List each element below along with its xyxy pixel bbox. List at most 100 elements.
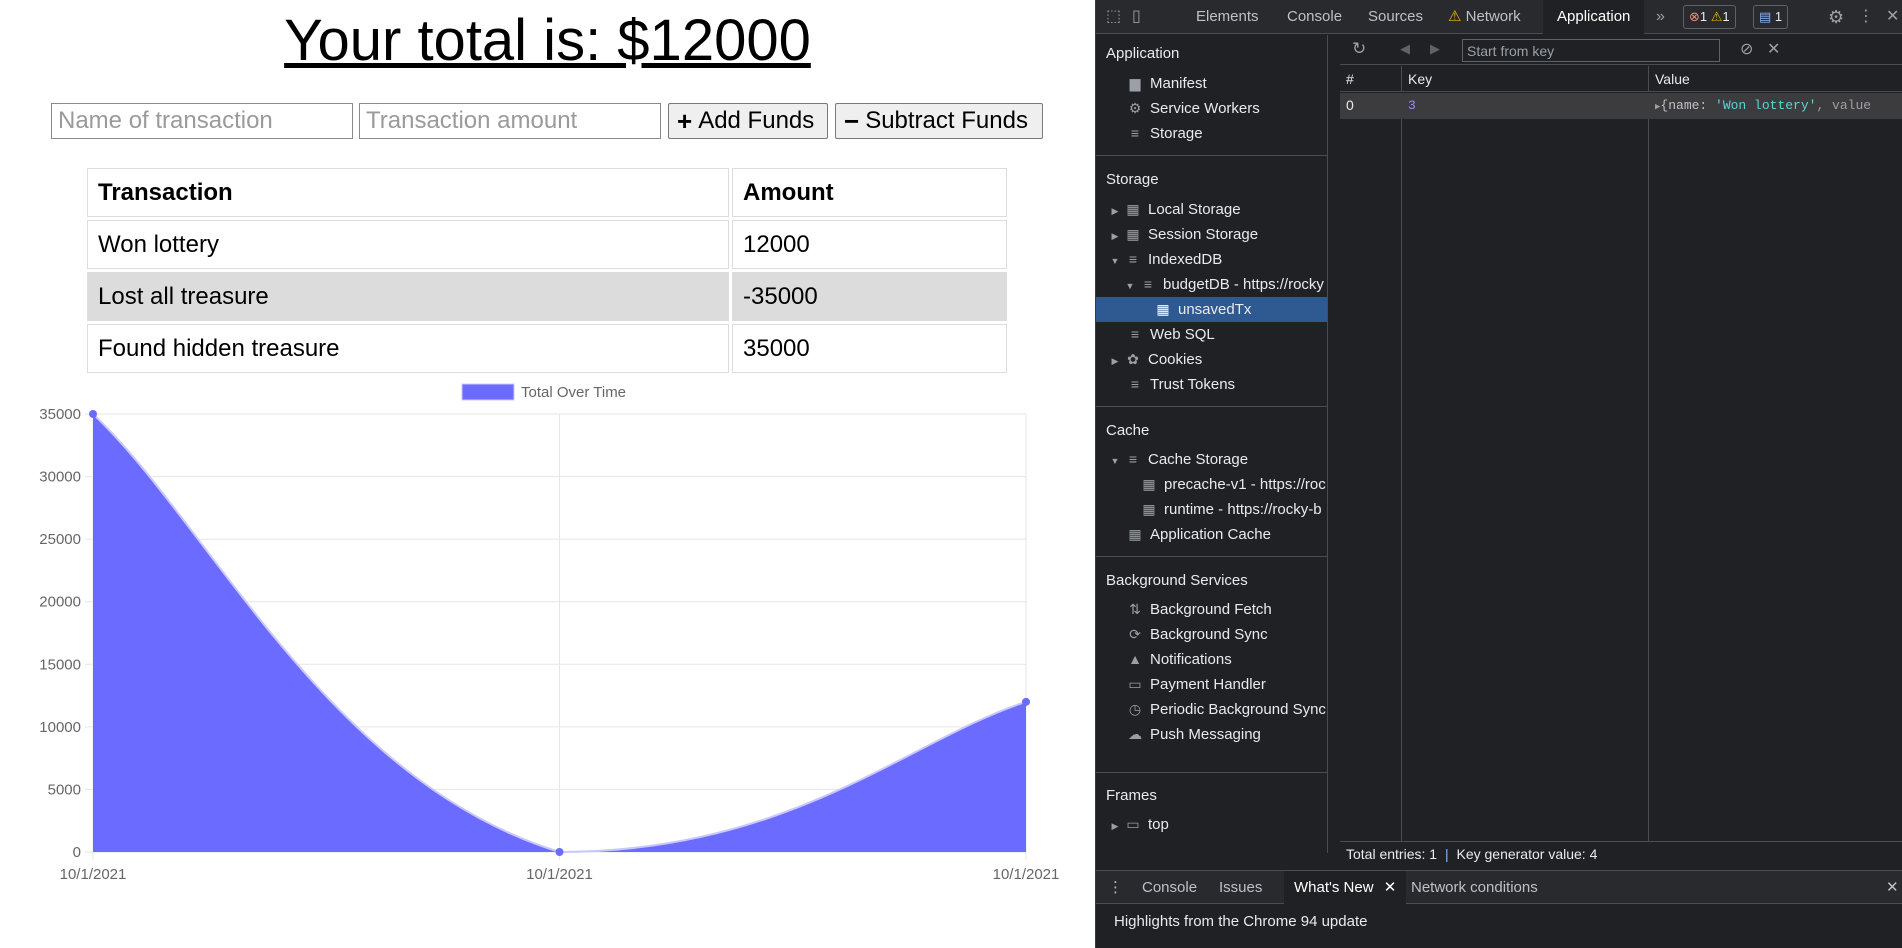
warning-icon: ⚠: [1448, 8, 1462, 25]
grid-icon: ▦: [1142, 476, 1156, 492]
error-warning-badge[interactable]: ⊗1 ⚠1: [1683, 5, 1736, 29]
next-page-icon[interactable]: ▶: [1430, 41, 1440, 57]
collapse-arrow-icon[interactable]: ▼: [1125, 274, 1135, 299]
row-amount: 35000: [732, 324, 1007, 373]
close-drawer-icon[interactable]: ✕: [1886, 871, 1899, 904]
previous-page-icon[interactable]: ◀: [1400, 41, 1410, 57]
sidebar-item-web-sql[interactable]: ≡ Web SQL: [1126, 322, 1215, 347]
messages-badge[interactable]: ▤ 1: [1753, 5, 1789, 29]
y-tick-label: 35000: [39, 406, 81, 423]
sidebar-item-cookies[interactable]: ▶ ✿ Cookies: [1110, 347, 1203, 374]
drawer-tab-whats-new-label: What's New: [1294, 879, 1374, 896]
inspect-element-icon[interactable]: ⬚: [1106, 0, 1121, 34]
sidebar-label: Web SQL: [1150, 326, 1215, 343]
drawer-tab-console[interactable]: Console: [1142, 871, 1197, 904]
key-generator-value: Key generator value: 4: [1456, 846, 1598, 862]
data-point: [89, 410, 97, 418]
warning-count-icon: ⚠: [1710, 9, 1723, 24]
tab-application[interactable]: Application: [1543, 0, 1645, 34]
tab-sources[interactable]: Sources: [1368, 0, 1423, 34]
delete-selected-icon[interactable]: ✕: [1767, 39, 1780, 59]
settings-gear-icon[interactable]: ⚙: [1828, 0, 1844, 34]
sidebar-divider: [1096, 406, 1327, 407]
sidebar-item-runtime[interactable]: ▦ runtime - https://rocky-b: [1140, 497, 1321, 522]
indexeddb-status-bar: Total entries: 1 | Key generator value: …: [1340, 841, 1902, 865]
row-name: Won lottery: [87, 220, 729, 269]
collapse-arrow-icon[interactable]: ▼: [1110, 249, 1120, 274]
expand-arrow-icon[interactable]: ▶: [1110, 349, 1120, 374]
sync-icon: ⟳: [1129, 626, 1141, 642]
column-index[interactable]: #: [1340, 66, 1402, 92]
sidebar-label: Trust Tokens: [1150, 376, 1236, 393]
database-icon: ≡: [1130, 326, 1140, 342]
sidebar-label: Periodic Background Sync: [1150, 701, 1326, 718]
sidebar-item-budgetdb[interactable]: ▼ ≡ budgetDB - https://rocky: [1125, 272, 1324, 297]
sidebar-item-unsavedtx[interactable]: ▦ unsavedTx: [1096, 297, 1327, 322]
sidebar-item-manifest[interactable]: ▆ Manifest: [1126, 71, 1207, 96]
kebab-menu-icon[interactable]: ⋮: [1858, 0, 1874, 34]
transaction-amount-input[interactable]: [359, 103, 661, 139]
clear-object-store-icon[interactable]: ⊘: [1740, 39, 1753, 59]
sidebar-item-session-storage[interactable]: ▶ ▦ Session Storage: [1110, 222, 1259, 249]
expand-arrow-icon[interactable]: ▶: [1110, 814, 1120, 839]
sidebar-item-application-cache[interactable]: ▦ Application Cache: [1126, 522, 1271, 547]
column-divider: [1401, 119, 1402, 841]
sidebar-item-cache-storage[interactable]: ▼ ≡ Cache Storage: [1110, 447, 1249, 474]
data-grid-header: # Key Value: [1340, 66, 1902, 92]
sidebar-label: Background Fetch: [1150, 601, 1272, 618]
sidebar-item-storage[interactable]: ≡ Storage: [1126, 121, 1203, 146]
sidebar-item-push-messaging[interactable]: ☁ Push Messaging: [1126, 722, 1261, 747]
sidebar-divider: [1096, 772, 1327, 773]
subtract-funds-button[interactable]: − Subtract Funds: [835, 103, 1043, 139]
sidebar-item-background-fetch[interactable]: ⇅ Background Fetch: [1126, 597, 1272, 622]
drawer-tab-whats-new[interactable]: What's New ✕: [1284, 871, 1407, 904]
tab-network[interactable]: ⚠ Network: [1448, 0, 1521, 34]
sidebar-item-periodic-sync[interactable]: ◷ Periodic Background Sync: [1126, 697, 1326, 722]
sidebar-item-frame-top[interactable]: ▶ ▭ top: [1110, 812, 1169, 837]
clock-icon: ◷: [1128, 701, 1142, 717]
sidebar-label: top: [1148, 816, 1169, 833]
sidebar-item-notifications[interactable]: ▲ Notifications: [1126, 647, 1232, 672]
drawer-tab-issues[interactable]: Issues: [1219, 871, 1262, 904]
error-count: 1: [1699, 9, 1708, 24]
sidebar-item-background-sync[interactable]: ⟳ Background Sync: [1126, 622, 1267, 647]
whats-new-headline: Highlights from the Chrome 94 update: [1114, 913, 1368, 930]
collapse-arrow-icon[interactable]: ▼: [1110, 449, 1120, 474]
sidebar-item-service-workers[interactable]: ⚙ Service Workers: [1126, 96, 1260, 121]
sidebar-item-indexeddb[interactable]: ▼ ≡ IndexedDB: [1110, 247, 1223, 274]
sidebar-divider: [1096, 556, 1327, 557]
tab-elements[interactable]: Elements: [1196, 0, 1259, 34]
start-from-key-input[interactable]: [1462, 39, 1720, 62]
expand-arrow-icon[interactable]: ▶: [1110, 199, 1120, 224]
sidebar-item-trust-tokens[interactable]: ≡ Trust Tokens: [1126, 372, 1235, 397]
tab-console[interactable]: Console: [1287, 0, 1342, 34]
expand-arrow-icon[interactable]: ▶: [1110, 224, 1120, 249]
total-entries: Total entries: 1: [1346, 846, 1438, 862]
more-tabs-icon[interactable]: »: [1656, 0, 1665, 34]
sidebar-label: Storage: [1150, 125, 1203, 142]
y-tick-label: 30000: [39, 469, 81, 486]
budget-app: Your total is: $12000 + Add Funds − Subt…: [0, 0, 1095, 948]
column-value[interactable]: Value: [1649, 66, 1902, 92]
add-funds-button[interactable]: + Add Funds: [668, 103, 828, 139]
close-tab-icon[interactable]: ✕: [1384, 879, 1397, 896]
table-row[interactable]: 0 3 ▶{name: 'Won lottery', value: [1340, 93, 1902, 119]
close-devtools-icon[interactable]: ✕: [1886, 0, 1899, 34]
refresh-icon[interactable]: ↻: [1352, 39, 1366, 59]
value-string: 'Won lottery': [1715, 98, 1817, 113]
sidebar-item-payment-handler[interactable]: ▭ Payment Handler: [1126, 672, 1266, 697]
section-cache: Cache: [1106, 422, 1150, 439]
device-toolbar-icon[interactable]: ▯: [1132, 0, 1141, 34]
sidebar-item-local-storage[interactable]: ▶ ▦ Local Storage: [1110, 197, 1241, 222]
sidebar-label: Cache Storage: [1148, 451, 1249, 468]
drawer-menu-icon[interactable]: ⋮: [1108, 871, 1123, 904]
transaction-name-input[interactable]: [51, 103, 353, 139]
table-row: Lost all treasure -35000: [87, 272, 1007, 321]
gear-icon: ⚙: [1128, 100, 1142, 116]
grid-icon: ▦: [1142, 501, 1156, 517]
column-key[interactable]: Key: [1402, 66, 1649, 92]
drawer-tab-network-conditions[interactable]: Network conditions: [1411, 871, 1538, 904]
row-value[interactable]: ▶{name: 'Won lottery', value: [1655, 98, 1871, 113]
sidebar-item-precache[interactable]: ▦ precache-v1 - https://roc: [1140, 472, 1325, 497]
bell-icon: ▲: [1128, 651, 1142, 667]
